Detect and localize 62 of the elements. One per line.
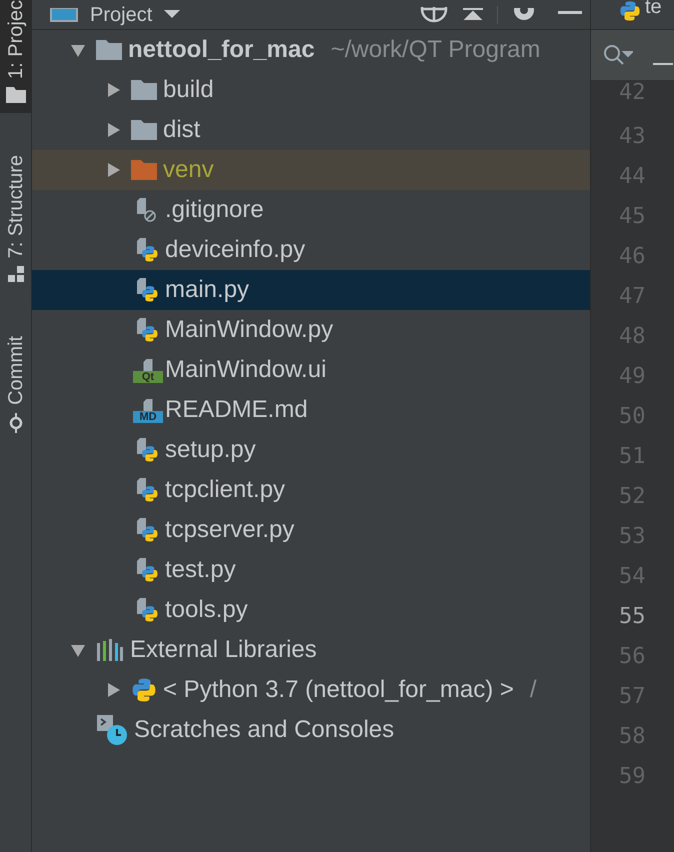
- tree-label: MainWindow.py: [165, 315, 334, 345]
- python-icon: [131, 677, 157, 703]
- tree-row[interactable]: deviceinfo.py: [32, 230, 590, 270]
- tree-row[interactable]: tools.py: [32, 590, 590, 630]
- python-icon: [619, 0, 641, 22]
- locate-icon[interactable]: [419, 6, 449, 22]
- tree-row[interactable]: venv: [32, 150, 590, 190]
- tree-row[interactable]: < Python 3.7 (nettool_for_mac) > /: [32, 670, 590, 710]
- folder-icon: [6, 86, 26, 103]
- search-field[interactable]: [591, 30, 674, 80]
- expanded-arrow-icon[interactable]: [70, 42, 86, 58]
- panel-icon: [50, 8, 78, 22]
- tree-row[interactable]: main.py: [32, 270, 590, 310]
- tree-label: tools.py: [165, 595, 248, 625]
- tree-label: Scratches and Consoles: [134, 715, 394, 745]
- tree-label: build: [163, 75, 214, 105]
- tree-label: test.py: [165, 555, 236, 585]
- tree-label: main.py: [165, 275, 250, 305]
- search-icon: [603, 44, 633, 66]
- tree-row[interactable]: tcpclient.py: [32, 470, 590, 510]
- collapsed-arrow-icon[interactable]: [105, 122, 121, 138]
- tree-label: deviceinfo.py: [165, 235, 306, 265]
- tree-label: External Libraries: [130, 635, 317, 665]
- line-number: 55: [619, 602, 646, 630]
- tree-label: tcpserver.py: [165, 515, 294, 545]
- libraries-icon: [96, 639, 124, 661]
- tree-row[interactable]: build: [32, 70, 590, 110]
- tree-label: dist: [163, 115, 200, 145]
- tree-row[interactable]: MainWindow.py: [32, 310, 590, 350]
- commit-icon: [8, 413, 24, 434]
- tree-label: setup.py: [165, 435, 256, 465]
- tree-label: README.md: [165, 395, 308, 425]
- collapsed-arrow-icon[interactable]: [105, 162, 121, 178]
- tree-label: .gitignore: [165, 195, 264, 225]
- scratches-icon: [96, 714, 128, 746]
- tool-window-tab[interactable]: 7: Structure: [0, 142, 32, 294]
- path-hint: /: [530, 675, 537, 705]
- panel-title[interactable]: Project: [90, 2, 152, 26]
- tree-row[interactable]: setup.py: [32, 430, 590, 470]
- tree-row[interactable]: MD README.md: [32, 390, 590, 430]
- tree-row[interactable]: test.py: [32, 550, 590, 590]
- tree-label: tcpclient.py: [165, 475, 286, 505]
- tree-label: < Python 3.7 (nettool_for_mac) >: [163, 675, 514, 705]
- tree-row[interactable]: .gitignore: [32, 190, 590, 230]
- tree-label: venv: [163, 155, 214, 185]
- tree-row[interactable]: nettool_for_mac ~/work/QT Program: [32, 30, 590, 70]
- tree-row[interactable]: tcpserver.py: [32, 510, 590, 550]
- caret-icon[interactable]: [164, 10, 180, 20]
- tree-row[interactable]: External Libraries: [32, 630, 590, 670]
- structure-icon: [8, 266, 24, 282]
- collapse-icon[interactable]: [461, 6, 485, 22]
- tree-label: nettool_for_mac: [128, 35, 315, 65]
- tool-window-tab[interactable]: Commit: [0, 324, 32, 446]
- tree-row[interactable]: Scratches and Consoles: [32, 710, 590, 750]
- tree-label: MainWindow.ui: [165, 355, 326, 385]
- tool-window-tab[interactable]: 1: Projec: [0, 0, 32, 113]
- tree-row[interactable]: Qt MainWindow.ui: [32, 350, 590, 390]
- expanded-arrow-icon[interactable]: [70, 642, 86, 658]
- tree-row[interactable]: dist: [32, 110, 590, 150]
- collapsed-arrow-icon[interactable]: [105, 82, 121, 98]
- collapsed-arrow-icon[interactable]: [105, 682, 121, 698]
- path-hint: ~/work/QT Program: [330, 35, 540, 65]
